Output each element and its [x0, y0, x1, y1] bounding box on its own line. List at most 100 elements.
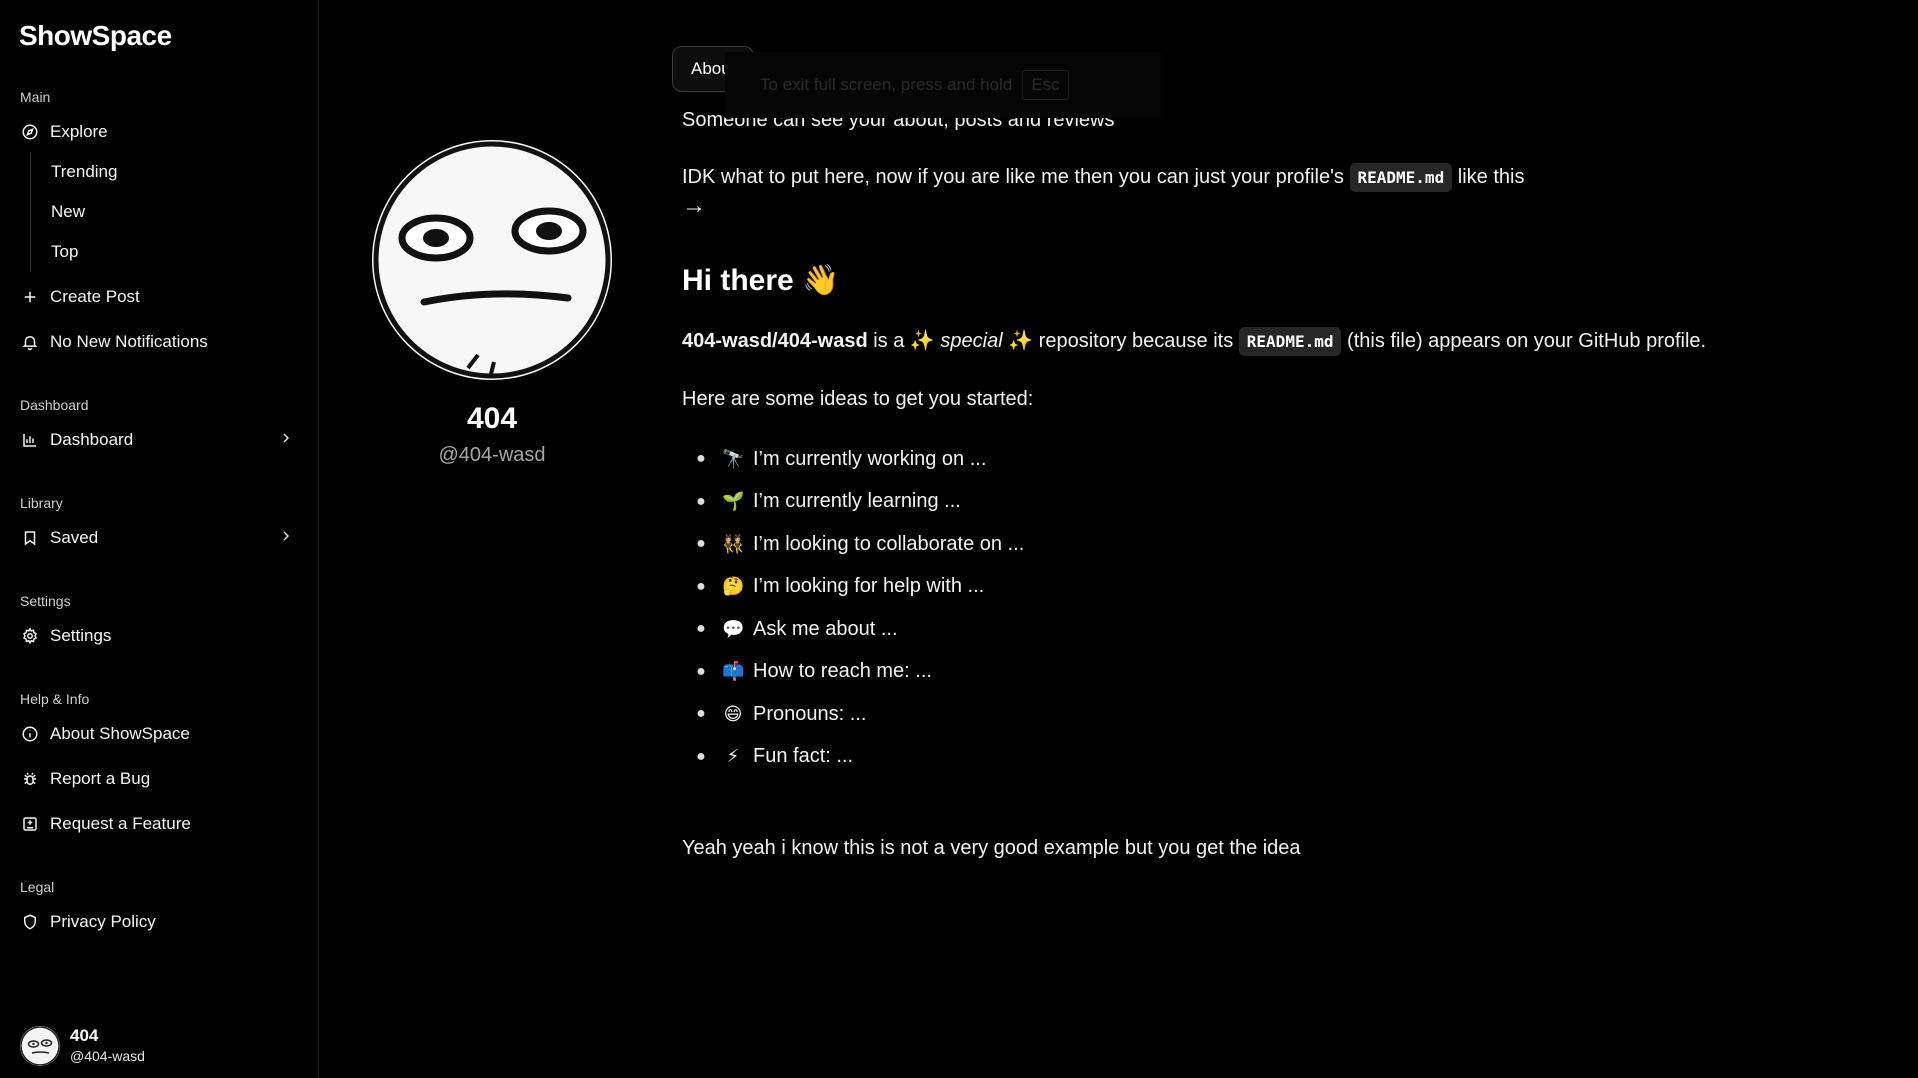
compass-icon — [20, 122, 40, 142]
list-item: ● 🌱 I’m currently learning ... — [696, 490, 961, 513]
nav-explore-label: Explore — [50, 122, 108, 141]
closing-note: Yeah yeah i know this is not a very good… — [682, 837, 1301, 859]
nav-privacy-policy[interactable]: Privacy Policy — [0, 902, 318, 942]
nav-new[interactable]: New — [51, 192, 318, 232]
profile-panel: 404 @404-wasd — [319, 0, 665, 1078]
list-item-text: I’m looking for help with ... — [753, 575, 985, 598]
nav-notifications-label: No New Notifications — [50, 332, 208, 351]
sparkle-icon: ✨ — [1008, 330, 1034, 352]
sidebar: ShowSpace Main Explore Trending New Top … — [0, 0, 319, 1078]
chevron-right-icon[interactable] — [278, 528, 294, 549]
profile-name: 404 — [466, 402, 518, 435]
section-title-dashboard: Dashboard — [20, 397, 89, 413]
nav-dashboard-label: Dashboard — [50, 430, 134, 449]
special-text: special — [940, 330, 1003, 352]
profile-tabs: About Posts Reviews — [672, 46, 1918, 92]
user-name: 404 — [70, 1026, 99, 1045]
seedling-icon: 🌱 — [722, 491, 745, 512]
nav-dashboard[interactable]: Dashboard — [0, 420, 318, 460]
ideas-list: ● 🔭 I’m currently working on ... ● 🌱 I’m cur… — [682, 438, 1918, 778]
tab-reviews[interactable]: Reviews — [849, 46, 949, 92]
nav-about[interactable]: About ShowSpace — [0, 714, 318, 754]
profile-handle: @404-wasd — [438, 444, 546, 466]
visibility-note: Someone can see your about, posts and re… — [682, 109, 1115, 131]
current-user-card[interactable]: 404 @404-wasd — [20, 1026, 145, 1066]
section-title-settings: Settings — [20, 593, 71, 609]
inline-code: README.md — [1349, 163, 1453, 192]
tab-posts[interactable]: Posts — [762, 46, 841, 92]
list-item-text: Ask me about ... — [753, 617, 898, 640]
nav-explore[interactable]: Explore — [0, 112, 318, 152]
info-icon — [20, 724, 40, 744]
list-item-text: I’m currently learning ... — [753, 490, 961, 513]
nav-trending[interactable]: Trending — [51, 152, 318, 192]
bell-icon — [20, 332, 40, 352]
speech-bubble-icon: 💬 — [722, 618, 745, 639]
tab-about[interactable]: About — [672, 46, 755, 92]
section-title-library: Library — [20, 495, 63, 511]
nav-report-bug-label: Report a Bug — [50, 769, 151, 788]
user-handle: @404-wasd — [70, 1048, 145, 1064]
feature-request-icon — [20, 814, 40, 834]
readme-heading: Hi there 👋 — [682, 264, 840, 297]
nav-create-post[interactable]: Create Post — [0, 277, 318, 317]
bug-icon — [20, 769, 40, 789]
profile-content: About Posts Reviews To exit full screen,… — [665, 0, 1918, 1078]
brand-logo[interactable]: ShowSpace — [0, 16, 318, 56]
profile-avatar — [372, 140, 612, 380]
avatar — [20, 1026, 60, 1066]
bookmark-icon — [20, 528, 40, 548]
nav-about-label: About ShowSpace — [50, 724, 190, 743]
smile-icon: 😄 — [723, 703, 743, 724]
list-item: ● 🤔 I’m looking for help with ... — [696, 575, 985, 598]
intro-text: IDK what to put here, now if you are lik… — [682, 166, 1344, 188]
list-item-text: I’m currently working on ... — [753, 447, 987, 470]
nav-notifications[interactable]: No New Notifications — [0, 322, 318, 362]
ideas-lead: Here are some ideas to get you started: — [682, 388, 1034, 410]
shield-icon — [20, 912, 40, 932]
plus-icon — [20, 287, 40, 307]
thinking-face-icon: 🤔 — [722, 576, 745, 597]
nav-report-bug[interactable]: Report a Bug — [0, 759, 318, 799]
intro-after-text: like this — [1457, 166, 1525, 188]
list-item: ● 🔭 I’m currently working on ... — [696, 447, 987, 470]
nav-request-feature-label: Request a Feature — [50, 814, 191, 833]
section-title-legal: Legal — [20, 879, 55, 895]
nav-create-post-label: Create Post — [50, 287, 140, 306]
list-item: ● 👯 I’m looking to collaborate on ... — [696, 532, 1025, 555]
mailbox-icon: 📫 — [722, 661, 745, 682]
nav-saved-label: Saved — [50, 528, 99, 547]
nav-request-feature[interactable]: Request a Feature — [0, 804, 318, 844]
repo-text-3: (this file) appears on your GitHub profi… — [1347, 330, 1707, 352]
repo-text-1: is a — [873, 330, 905, 352]
about-content: Someone can see your about, posts and re… — [682, 92, 1918, 862]
list-item: ● ⚡ Fun fact: ... — [696, 745, 854, 768]
nav-top[interactable]: Top — [51, 232, 318, 272]
list-item-text: Fun fact: ... — [753, 745, 854, 768]
sparkle-icon: ✨ — [909, 330, 935, 352]
telescope-icon: 🔭 — [722, 448, 745, 469]
repo-paragraph: 404-wasd/404-wasd is a ✨ special ✨ repos… — [682, 327, 1918, 356]
section-title-main: Main — [20, 89, 51, 105]
list-item: ● 💬 Ask me about ... — [696, 617, 898, 640]
chevron-right-icon[interactable] — [278, 430, 294, 451]
list-item-text: How to reach me: ... — [753, 660, 932, 683]
lightning-icon: ⚡ — [726, 746, 740, 767]
repo-text-2: repository because its — [1038, 330, 1234, 352]
inline-code: README.md — [1238, 327, 1342, 356]
explore-subnav: Trending New Top — [30, 152, 318, 272]
nav-saved[interactable]: Saved — [0, 518, 318, 558]
nav-settings[interactable]: Settings — [0, 616, 318, 656]
arrow-icon: → — [682, 192, 706, 219]
intro-paragraph: IDK what to put here, now if you are lik… — [682, 163, 1918, 221]
repo-name: 404-wasd/404-wasd — [682, 330, 868, 352]
gear-icon — [20, 626, 40, 646]
list-item: ● 😄 Pronouns: ... — [696, 702, 867, 725]
list-item-text: Pronouns: ... — [753, 702, 867, 725]
bar-chart-icon — [20, 430, 40, 450]
nav-privacy-policy-label: Privacy Policy — [50, 912, 156, 931]
section-title-help: Help & Info — [20, 691, 90, 707]
nav-settings-label: Settings — [50, 626, 112, 645]
people-icon: 👯 — [722, 533, 745, 554]
list-item: ● 📫 How to reach me: ... — [696, 660, 932, 683]
